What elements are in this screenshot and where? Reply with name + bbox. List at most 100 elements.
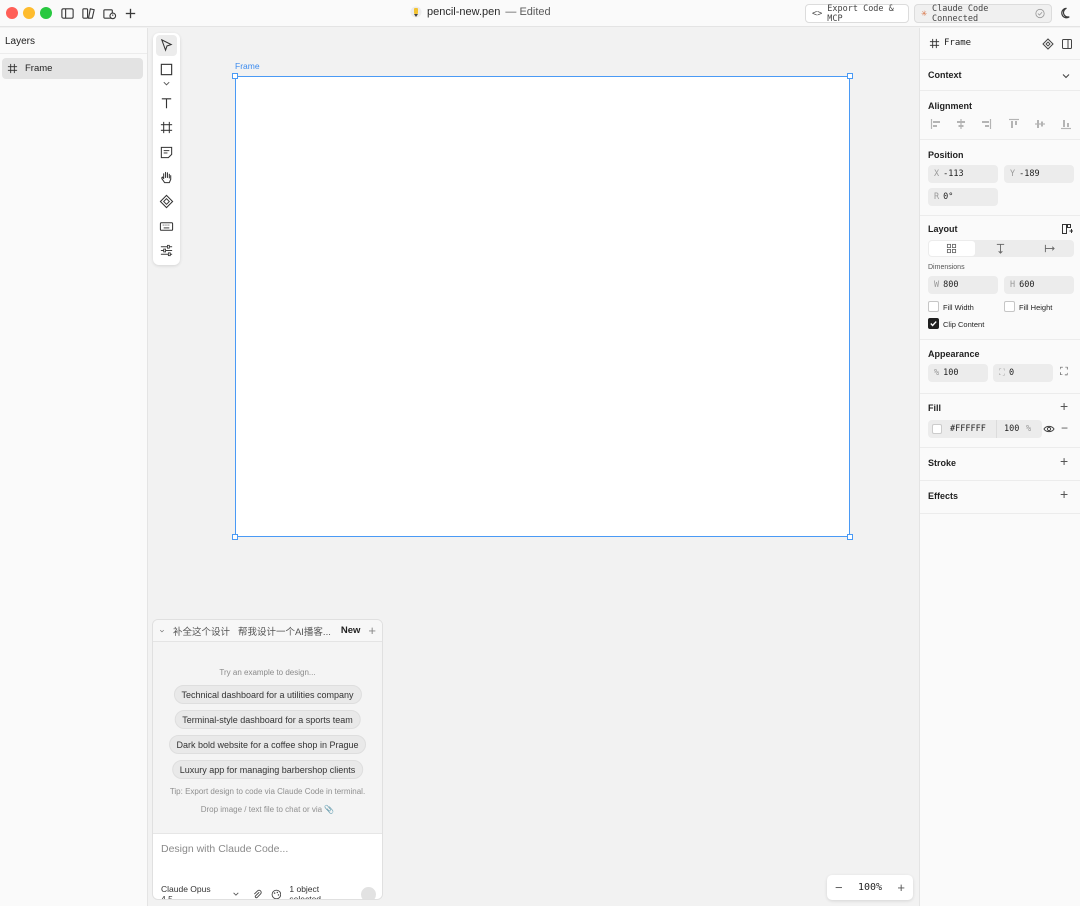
align-right-icon[interactable] — [980, 118, 992, 130]
clip-content-label: Clip Content — [943, 320, 985, 329]
claude-code-status-button[interactable]: ✳ Claude Code Connected — [914, 4, 1052, 24]
add-fill-icon[interactable]: + — [1060, 398, 1068, 414]
add-effect-icon[interactable]: + — [1060, 486, 1068, 502]
remove-fill-icon[interactable]: − — [1061, 421, 1068, 435]
chat-input-placeholder[interactable]: Design with Claude Code... — [161, 843, 288, 855]
position-label: Position — [928, 150, 964, 160]
suggestion-chip[interactable]: Luxury app for managing barbershop clien… — [171, 760, 364, 779]
fill-height-label: Fill Height — [1019, 303, 1053, 312]
eye-icon[interactable] — [1043, 423, 1055, 435]
stroke-label: Stroke — [928, 458, 957, 468]
resize-handle-bottom-right[interactable] — [847, 534, 853, 540]
resize-handle-top-left[interactable] — [232, 73, 238, 79]
zoom-in-icon[interactable]: + — [897, 880, 905, 895]
model-selector[interactable]: Claude Opus 4.5 — [161, 884, 224, 899]
attach-icon[interactable] — [252, 889, 263, 900]
inspector-panel: Frame Context Alignment Position X -113 Y… — [919, 28, 1080, 906]
component-icon[interactable] — [1042, 38, 1054, 50]
frame-label[interactable]: Frame — [235, 61, 260, 71]
claude-chat-panel: 补全这个设计 帮我设计一个AI播客... New + Try an exampl… — [152, 619, 383, 900]
clip-content-checkbox[interactable] — [928, 318, 939, 329]
history-icon[interactable] — [102, 6, 117, 21]
align-center-icon[interactable] — [955, 118, 967, 130]
y-position-field[interactable]: Y -189 — [1004, 165, 1074, 183]
send-button[interactable] — [361, 886, 376, 899]
drop-hint-text: Drop image / text file to chat or via — [200, 805, 323, 814]
opacity-field[interactable]: % 100 — [928, 364, 988, 382]
document-title: pencil-new.pen — Edited — [410, 6, 551, 18]
model-chevron-icon[interactable] — [232, 890, 240, 898]
width-field[interactable]: W 800 — [928, 276, 998, 294]
align-left-icon[interactable] — [930, 118, 942, 130]
pencil-app-icon — [410, 6, 422, 18]
chat-tab-2[interactable]: 帮我设计一个AI播客... — [238, 624, 331, 638]
dark-mode-icon[interactable] — [1059, 6, 1074, 21]
zoom-level[interactable]: 100% — [858, 882, 882, 893]
suggestion-chip[interactable]: Dark bold website for a coffee shop in P… — [168, 735, 367, 754]
fill-opacity-value[interactable]: 100 — [1004, 424, 1019, 434]
palette-icon[interactable] — [271, 889, 282, 900]
layer-item-frame[interactable]: Frame — [2, 58, 143, 79]
keyboard-icon[interactable] — [159, 219, 174, 234]
context-section[interactable]: Context — [920, 60, 1080, 91]
add-stroke-icon[interactable]: + — [1060, 453, 1068, 469]
close-window-button[interactable] — [6, 7, 18, 19]
layout-mode-segmented — [928, 240, 1074, 257]
layers-panel: Layers Frame — [0, 28, 148, 906]
selected-element-title: Frame — [944, 38, 972, 48]
corner-radius-field[interactable]: ⛶ 0 — [993, 364, 1053, 382]
drop-hint: Drop image / text file to chat or via 📎 — [153, 805, 382, 814]
align-top-icon[interactable] — [1008, 118, 1020, 130]
canvas-frame[interactable] — [235, 76, 850, 537]
fill-height-checkbox[interactable] — [1004, 301, 1015, 312]
add-icon[interactable] — [123, 6, 138, 21]
adjustments-icon[interactable] — [159, 243, 174, 258]
sticky-note-tool-icon[interactable] — [159, 145, 174, 160]
chat-input-area[interactable]: Design with Claude Code... Claude Opus 4… — [153, 833, 382, 900]
y-prefix: Y — [1010, 169, 1016, 179]
frame-tool-icon[interactable] — [159, 120, 174, 135]
chevron-down-icon[interactable] — [162, 79, 171, 88]
r-prefix: R — [934, 192, 940, 202]
horizontal-layout-icon[interactable] — [1044, 243, 1055, 254]
chat-tab-1[interactable]: 补全这个设计 — [173, 624, 230, 638]
minimize-window-button[interactable] — [23, 7, 35, 19]
sidebar-toggle-icon[interactable] — [60, 6, 75, 21]
paperclip-icon[interactable]: 📎 — [324, 805, 334, 814]
x-position-field[interactable]: X -113 — [928, 165, 998, 183]
resize-handle-top-right[interactable] — [847, 73, 853, 79]
stroke-section: Stroke + — [920, 448, 1080, 481]
auto-layout-icon[interactable] — [1061, 223, 1073, 235]
align-bottom-icon[interactable] — [1060, 118, 1072, 130]
panel-toggle-icon[interactable] — [1061, 38, 1073, 50]
fill-width-label: Fill Width — [943, 303, 974, 312]
height-field[interactable]: H 600 — [1004, 276, 1074, 294]
suggestion-chip[interactable]: Terminal-style dashboard for a sports te… — [174, 710, 361, 729]
component-tool-icon[interactable] — [159, 194, 174, 209]
hand-tool-icon[interactable] — [159, 170, 174, 185]
fill-color-value[interactable]: #FFFFFF — [950, 424, 986, 434]
collapse-chevron-icon[interactable] — [159, 627, 165, 635]
text-tool-icon[interactable] — [159, 96, 174, 111]
file-name: pencil-new.pen — [427, 6, 501, 18]
independent-corners-icon[interactable]: ⛶ — [1060, 366, 1072, 378]
fill-color-swatch[interactable] — [932, 424, 942, 434]
select-tool-icon[interactable] — [156, 35, 177, 56]
library-icon[interactable] — [81, 6, 96, 21]
rectangle-tool-icon[interactable] — [159, 62, 174, 77]
chevron-down-icon[interactable] — [1061, 71, 1071, 81]
vertical-layout-icon[interactable] — [995, 243, 1006, 254]
align-middle-icon[interactable] — [1034, 118, 1046, 130]
layout-mode-free[interactable] — [929, 241, 975, 256]
export-code-button[interactable]: <> Export Code & MCP — [805, 4, 909, 24]
add-chat-icon[interactable]: + — [368, 623, 376, 638]
suggestion-chip[interactable]: Technical dashboard for a utilities comp… — [173, 685, 362, 704]
fill-width-checkbox[interactable] — [928, 301, 939, 312]
rotation-field[interactable]: R 0° — [928, 188, 998, 206]
new-chat-tab[interactable]: New — [341, 625, 361, 636]
resize-handle-bottom-left[interactable] — [232, 534, 238, 540]
maximize-window-button[interactable] — [40, 7, 52, 19]
opacity-prefix: % — [934, 368, 940, 378]
zoom-out-icon[interactable]: − — [835, 880, 843, 895]
fill-color-field[interactable]: #FFFFFF 100 % — [928, 420, 1042, 438]
